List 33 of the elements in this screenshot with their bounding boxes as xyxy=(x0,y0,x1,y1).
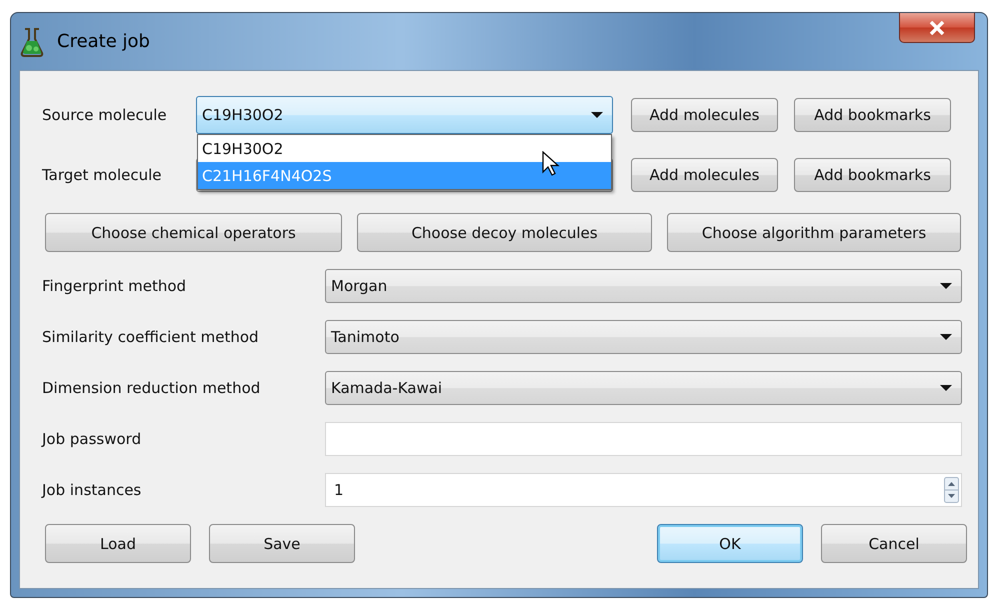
dropdown[interactable]: Tanimoto xyxy=(325,320,962,354)
spinner-arrows-icon[interactable] xyxy=(944,477,959,503)
field-label: Job password xyxy=(42,430,142,448)
field-label: Dimension reduction method xyxy=(42,379,262,397)
mouse-cursor-icon xyxy=(542,151,560,177)
password-field[interactable] xyxy=(325,422,962,456)
dropdown-arrow-icon xyxy=(939,384,953,392)
dropdown-arrow-icon xyxy=(939,333,953,341)
dropdown[interactable]: Kamada-Kawai xyxy=(325,371,962,405)
dropdown-arrow-icon xyxy=(590,111,604,119)
load-button[interactable]: Load xyxy=(45,524,191,563)
field-label: Similarity coefficient method xyxy=(42,328,260,346)
cancel-button[interactable]: Cancel xyxy=(821,524,967,563)
field-label: Job instances xyxy=(42,481,142,499)
ok-button[interactable]: OK xyxy=(657,524,803,563)
window-title: Create job xyxy=(57,31,151,52)
field-label: Fingerprint method xyxy=(42,277,188,295)
save-button[interactable]: Save xyxy=(209,524,355,563)
dropdown[interactable]: Morgan xyxy=(325,269,962,303)
dropdown-arrow-icon xyxy=(939,282,953,290)
close-icon xyxy=(929,20,945,34)
field-label: Target molecule xyxy=(42,166,163,184)
add-bookmarks-button[interactable]: Add bookmarks xyxy=(794,158,951,192)
add-bookmarks-button[interactable]: Add bookmarks xyxy=(794,98,951,132)
choose-button[interactable]: Choose algorithm parameters xyxy=(667,213,961,252)
number-field[interactable]: 1 xyxy=(325,473,962,507)
add-molecules-button[interactable]: Add molecules xyxy=(631,98,778,132)
choose-button[interactable]: Choose chemical operators xyxy=(45,213,342,252)
dropdown-option[interactable]: C19H30O2 xyxy=(198,135,611,162)
close-button[interactable] xyxy=(899,13,975,43)
choose-button[interactable]: Choose decoy molecules xyxy=(357,213,652,252)
field-label: Source molecule xyxy=(42,106,168,124)
add-molecules-button[interactable]: Add molecules xyxy=(631,158,778,192)
